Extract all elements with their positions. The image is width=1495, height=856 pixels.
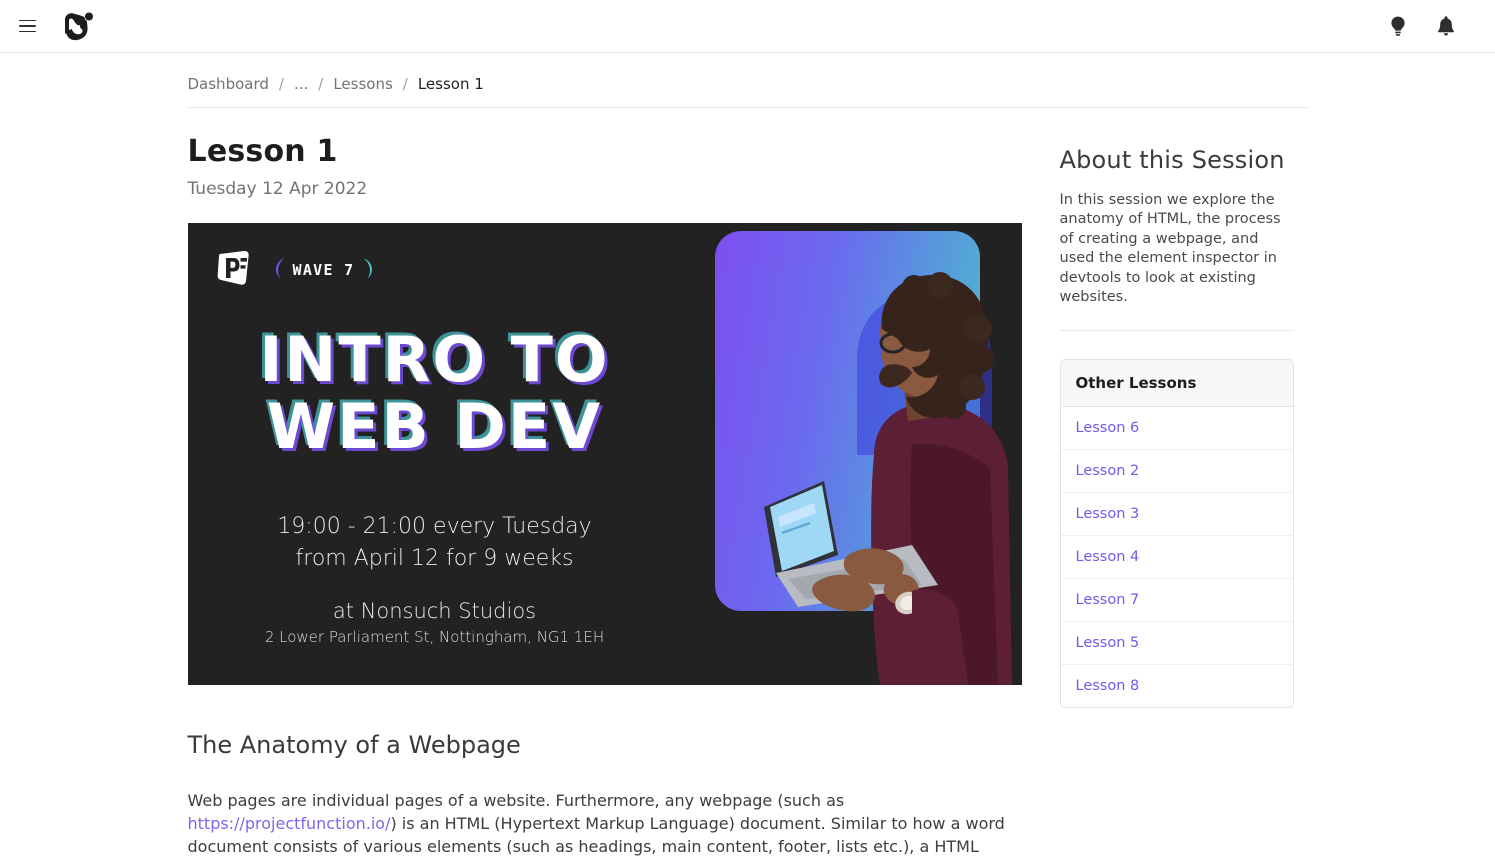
breadcrumb-item-current: Lesson 1 [417, 75, 484, 93]
list-item[interactable]: Lesson 7 [1060, 579, 1293, 622]
list-item[interactable]: Lesson 6 [1060, 407, 1293, 450]
hamburger-menu-icon[interactable] [14, 13, 40, 39]
list-item[interactable]: Lesson 3 [1060, 493, 1293, 536]
main-content-column: Lesson 1 Tuesday 12 Apr 2022 WAVE 7 INTR… [187, 134, 1022, 856]
lesson-link-6[interactable]: Lesson 6 [1076, 420, 1140, 436]
list-item[interactable]: Lesson 4 [1060, 536, 1293, 579]
lesson-link-2[interactable]: Lesson 2 [1076, 463, 1140, 479]
breadcrumb-separator: / [402, 75, 408, 93]
hero-title: INTRO TO WEB DEV [220, 323, 650, 463]
topbar-actions [1385, 13, 1459, 39]
hero-time-line: 19:00 - 21:00 every Tuesday [277, 514, 592, 539]
page-title: Lesson 1 [187, 134, 338, 169]
hero-venue: at Nonsuch Studios [332, 598, 537, 623]
page-container: Dashboard / ... / Lessons / Lesson 1 Les… [0, 53, 1495, 856]
hero-details: 19:00 - 21:00 every Tuesday from April 1… [220, 511, 650, 646]
about-session-heading: About this Session [1059, 146, 1285, 174]
breadcrumb-separator: / [318, 75, 324, 93]
lesson-link-5[interactable]: Lesson 5 [1076, 635, 1140, 651]
breadcrumb-item-dashboard[interactable]: Dashboard [188, 75, 269, 93]
breadcrumb-separator: / [278, 75, 284, 93]
hero-title-line-1: INTRO TO [259, 323, 610, 396]
hero-title-line-2: WEB DEV [266, 389, 603, 463]
lesson-date: Tuesday 12 Apr 2022 [187, 179, 368, 199]
lesson-link-3[interactable]: Lesson 3 [1076, 506, 1140, 522]
projectfunction-link[interactable]: https://projectfunction.io/ [188, 814, 391, 833]
breadcrumb: Dashboard / ... / Lessons / Lesson 1 [187, 53, 1308, 108]
bell-svg [1438, 16, 1454, 36]
list-item[interactable]: Lesson 8 [1061, 665, 1293, 707]
hero-address: 2 Lower Parliament St, Nottingham, NG1 1… [264, 627, 605, 646]
brand-logo-svg [65, 12, 93, 41]
about-session-text: In this session we explore the anatomy o… [1059, 191, 1294, 331]
lightbulb-icon[interactable] [1385, 13, 1411, 39]
paragraph-text-before-link: Web pages are individual pages of a webs… [187, 791, 845, 810]
list-item[interactable]: Lesson 2 [1060, 450, 1293, 493]
hero-logo-row: WAVE 7 [214, 249, 372, 289]
two-column-layout: Lesson 1 Tuesday 12 Apr 2022 WAVE 7 INTR… [187, 108, 1308, 856]
bell-icon[interactable] [1433, 13, 1459, 39]
hero-dates-line: from April 12 for 9 weeks [295, 545, 574, 571]
lesson-link-4[interactable]: Lesson 4 [1076, 549, 1140, 565]
sidebar-column: About this Session In this session we ex… [1059, 134, 1294, 856]
lesson-link-7[interactable]: Lesson 7 [1076, 592, 1140, 608]
other-lessons-heading: Other Lessons [1060, 359, 1293, 407]
breadcrumb-item-lessons[interactable]: Lessons [333, 75, 392, 93]
wave-badge: WAVE 7 [275, 255, 372, 285]
pf-logo-icon [217, 250, 249, 285]
lesson-link-8[interactable]: Lesson 8 [1076, 678, 1140, 694]
content-wrapper: Dashboard / ... / Lessons / Lesson 1 Les… [187, 53, 1308, 856]
lesson-hero-image: WAVE 7 INTRO TO WEB DEV 19:00 - 21:00 ev… [187, 223, 1022, 685]
brand-logo-icon[interactable] [62, 11, 95, 41]
top-navigation-bar [0, 0, 1495, 53]
breadcrumb-item-ellipsis[interactable]: ... [294, 75, 308, 93]
person-typing-on-laptop-illustration [763, 272, 1012, 685]
other-lessons-card: Other Lessons Lesson 6 Lesson 2 Lesson 3… [1059, 358, 1294, 708]
article-paragraph: Web pages are individual pages of a webs… [188, 789, 1008, 856]
section-heading: The Anatomy of a Webpage [187, 731, 521, 759]
list-item[interactable]: Lesson 5 [1060, 622, 1293, 665]
wave-badge-label: WAVE 7 [277, 255, 370, 285]
lightbulb-svg [1391, 16, 1405, 36]
